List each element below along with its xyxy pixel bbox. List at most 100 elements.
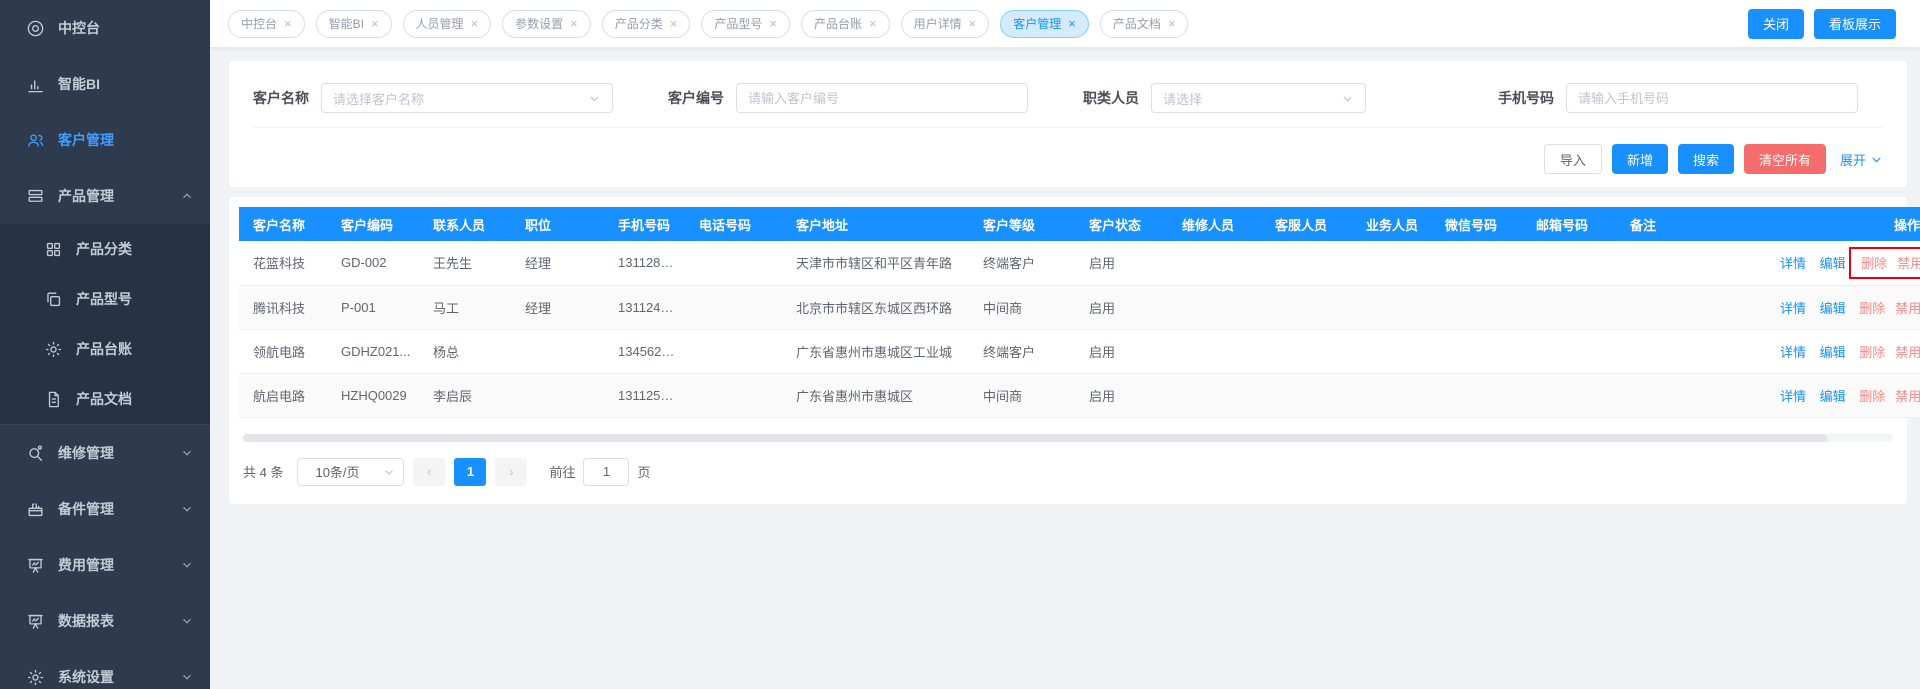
close-button[interactable]: 关闭 xyxy=(1748,9,1804,39)
tab-product-ledger[interactable]: 产品台账× xyxy=(801,10,890,38)
sidebar-item-label: 产品文档 xyxy=(76,389,132,409)
col-service: 客服人员 xyxy=(1265,207,1356,241)
horizontal-scrollbar[interactable] xyxy=(243,434,1893,442)
close-icon[interactable]: × xyxy=(471,17,479,30)
sidebar-item-product-ledger[interactable]: 产品台账 xyxy=(0,324,210,374)
sidebar-item-label: 产品型号 xyxy=(76,289,132,309)
tab-console[interactable]: 中控台× xyxy=(228,10,305,38)
disable-link[interactable]: 禁用 xyxy=(1897,256,1920,271)
sidebar-item-smart-bi[interactable]: 智能BI xyxy=(0,56,210,112)
search-button[interactable]: 搜索 xyxy=(1678,144,1734,174)
page-number-1[interactable]: 1 xyxy=(454,458,486,486)
customer-code-input[interactable] xyxy=(748,91,1016,106)
table-panel: 客户名称 客户编码 联系人员 职位 手机号码 电话号码 客户地址 客户等级 客户… xyxy=(229,197,1907,504)
col-email: 邮箱号码 xyxy=(1526,207,1620,241)
sidebar-item-product-docs[interactable]: 产品文档 xyxy=(0,374,210,424)
col-status: 客户状态 xyxy=(1079,207,1172,241)
tab-smart-bi[interactable]: 智能BI× xyxy=(316,10,392,38)
expand-toggle[interactable]: 展开 xyxy=(1840,150,1883,169)
table-header-row: 客户名称 客户编码 联系人员 职位 手机号码 电话号码 客户地址 客户等级 客户… xyxy=(239,207,1920,241)
tab-param-settings[interactable]: 参数设置× xyxy=(502,10,591,38)
filter-panel: 客户名称 请选择客户名称 客户编号 职类人员 请选择 xyxy=(229,61,1907,187)
document-icon xyxy=(43,389,63,409)
chevron-down-icon xyxy=(180,614,194,628)
next-page-button[interactable]: › xyxy=(495,458,527,486)
mobile-input[interactable] xyxy=(1578,91,1846,106)
staff-type-select[interactable]: 请选择 xyxy=(1151,83,1366,113)
close-icon[interactable]: × xyxy=(284,17,292,30)
table-row: 领航电路 GDHZ021... 杨总 13456221... 广东省惠州市惠城区… xyxy=(239,329,1920,373)
customer-name-select[interactable]: 请选择客户名称 xyxy=(321,83,613,113)
close-icon[interactable]: × xyxy=(869,17,877,30)
customer-code-label: 客户编号 xyxy=(668,88,724,108)
table-row: 花篮科技 GD-002 王先生 经理 131128942... 天津市市辖区和平… xyxy=(239,241,1920,285)
detail-link[interactable]: 详情 xyxy=(1780,256,1806,271)
sidebar-item-product-mgmt[interactable]: 产品管理 xyxy=(0,168,210,224)
customer-name-label: 客户名称 xyxy=(253,88,309,108)
close-icon[interactable]: × xyxy=(371,17,379,30)
tab-product-category[interactable]: 产品分类× xyxy=(602,10,691,38)
spare-parts-icon xyxy=(25,499,45,519)
close-icon[interactable]: × xyxy=(570,17,578,30)
sidebar-item-customer-mgmt[interactable]: 客户管理 xyxy=(0,112,210,168)
delete-link[interactable]: 删除 xyxy=(1859,345,1885,360)
tab-customer-mgmt[interactable]: 客户管理× xyxy=(1000,10,1089,38)
clear-all-button[interactable]: 清空所有 xyxy=(1744,144,1826,174)
sidebar-item-console[interactable]: 中控台 xyxy=(0,0,210,56)
staff-type-label: 职类人员 xyxy=(1083,88,1139,108)
chevron-down-icon xyxy=(180,446,194,460)
close-icon[interactable]: × xyxy=(1168,17,1176,30)
page-size-select[interactable]: 10条/页 xyxy=(297,458,404,486)
sidebar-item-data-reports[interactable]: 数据报表 xyxy=(0,593,210,649)
customers-icon xyxy=(25,130,45,150)
disable-link[interactable]: 禁用 xyxy=(1895,301,1920,316)
goto-page-input[interactable] xyxy=(583,458,629,486)
col-customer-code: 客户编码 xyxy=(331,207,423,241)
settings-icon xyxy=(25,667,45,687)
model-icon xyxy=(43,289,63,309)
sidebar-item-repair-mgmt[interactable]: 维修管理 xyxy=(0,425,210,481)
sidebar-item-product-category[interactable]: 产品分类 xyxy=(0,224,210,274)
import-button[interactable]: 导入 xyxy=(1544,144,1602,174)
sidebar-item-label: 维修管理 xyxy=(58,443,114,463)
sidebar-item-spare-parts-mgmt[interactable]: 备件管理 xyxy=(0,481,210,537)
chevron-down-icon xyxy=(1870,153,1883,166)
disable-link[interactable]: 禁用 xyxy=(1895,345,1920,360)
edit-link[interactable]: 编辑 xyxy=(1820,389,1846,404)
delete-link[interactable]: 删除 xyxy=(1861,256,1887,271)
bi-chart-icon xyxy=(25,74,45,94)
close-icon[interactable]: × xyxy=(769,17,777,30)
sidebar-item-label: 系统设置 xyxy=(58,667,114,687)
close-icon[interactable]: × xyxy=(670,17,678,30)
delete-link[interactable]: 删除 xyxy=(1859,301,1885,316)
tab-product-model[interactable]: 产品型号× xyxy=(701,10,790,38)
close-icon[interactable]: × xyxy=(1068,17,1076,30)
tab-user-detail[interactable]: 用户详情× xyxy=(901,10,990,38)
close-icon[interactable]: × xyxy=(969,17,977,30)
edit-link[interactable]: 编辑 xyxy=(1820,256,1846,271)
col-wechat: 微信号码 xyxy=(1435,207,1526,241)
board-display-button[interactable]: 看板展示 xyxy=(1814,9,1896,39)
sidebar-item-expense-mgmt[interactable]: 费用管理 xyxy=(0,537,210,593)
detail-link[interactable]: 详情 xyxy=(1780,345,1806,360)
edit-link[interactable]: 编辑 xyxy=(1820,301,1846,316)
sidebar-item-label: 备件管理 xyxy=(58,499,114,519)
sidebar-item-system-settings[interactable]: 系统设置 xyxy=(0,649,210,689)
report-icon xyxy=(25,611,45,631)
tab-product-docs[interactable]: 产品文档× xyxy=(1100,10,1189,38)
category-icon xyxy=(43,239,63,259)
sidebar: 中控台 智能BI 客户管理 产品管理 产品分类 xyxy=(0,0,210,689)
col-operations: 操作 xyxy=(1760,207,1920,241)
edit-link[interactable]: 编辑 xyxy=(1820,345,1846,360)
scrollbar-thumb[interactable] xyxy=(243,434,1827,442)
detail-link[interactable]: 详情 xyxy=(1780,389,1806,404)
disable-link[interactable]: 禁用 xyxy=(1895,389,1920,404)
sidebar-item-label: 产品分类 xyxy=(76,239,132,259)
delete-link[interactable]: 删除 xyxy=(1859,389,1885,404)
prev-page-button[interactable]: ‹ xyxy=(413,458,445,486)
detail-link[interactable]: 详情 xyxy=(1780,301,1806,316)
add-button[interactable]: 新增 xyxy=(1612,144,1668,174)
customer-table: 客户名称 客户编码 联系人员 职位 手机号码 电话号码 客户地址 客户等级 客户… xyxy=(239,207,1920,418)
tab-personnel-mgmt[interactable]: 人员管理× xyxy=(403,10,492,38)
sidebar-item-product-model[interactable]: 产品型号 xyxy=(0,274,210,324)
